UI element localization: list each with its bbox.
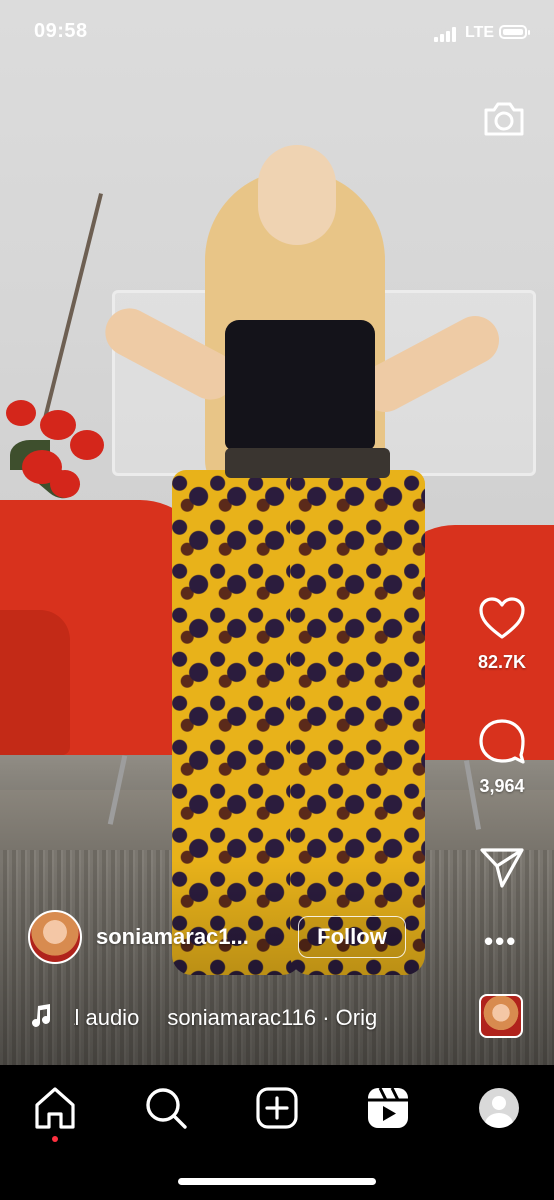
camera-icon (484, 102, 524, 136)
status-time: 09:58 (34, 20, 88, 42)
audio-marquee: nal audio soniamarac116 · Orig (74, 1000, 470, 1036)
comment-icon (479, 719, 525, 764)
home-icon (35, 1087, 75, 1129)
send-icon (480, 848, 524, 888)
dancer-top (225, 320, 375, 450)
share-button[interactable] (462, 847, 542, 894)
audio-row[interactable]: nal audio soniamarac116 · Orig (30, 1000, 480, 1036)
author-row: soniamarac1... Follow ••• (28, 910, 528, 964)
flower (40, 410, 76, 440)
flower (50, 470, 80, 498)
flower (6, 400, 36, 426)
profile-icon (479, 1088, 519, 1128)
search-icon (146, 1088, 187, 1129)
author-username[interactable]: soniamarac1... (96, 924, 249, 950)
home-indicator (178, 1178, 376, 1185)
audio-text-head: soniamarac116 · Orig (167, 1005, 378, 1030)
reels-icon (368, 1087, 408, 1128)
battery-icon (499, 25, 530, 39)
audio-thumbnail[interactable] (479, 994, 523, 1038)
dancer-face (258, 145, 336, 245)
home-notification-dot (52, 1136, 58, 1142)
comment-count: 3,964 (479, 776, 525, 796)
like-count: 82.7K (477, 652, 527, 672)
status-bar: 09:58 LTE (0, 0, 554, 70)
red-sofa-arm (0, 610, 70, 755)
heart-icon (479, 597, 525, 639)
reels-screen: 09:58 LTE 82.7K 3,964 soniamarac1... Fol… (0, 0, 554, 1200)
like-button[interactable]: 82.7K (462, 595, 542, 673)
nav-profile[interactable] (476, 1085, 522, 1131)
dancer-belt (225, 448, 390, 478)
reel-video[interactable] (0, 0, 554, 1065)
network-type: LTE (465, 24, 495, 41)
signal-icon (434, 27, 458, 42)
follow-button[interactable]: Follow (298, 916, 406, 958)
flower (70, 430, 104, 460)
music-note-icon (32, 1004, 50, 1027)
camera-button[interactable] (481, 96, 527, 142)
nav-create[interactable] (254, 1085, 300, 1131)
audio-track: nal audio soniamarac116 · Orig (74, 1005, 377, 1031)
author-avatar[interactable] (28, 910, 82, 964)
audio-text-tail: nal audio (74, 1005, 140, 1030)
more-options-button[interactable]: ••• (484, 926, 517, 957)
nav-reels[interactable] (365, 1085, 411, 1131)
comment-button[interactable]: 3,964 (462, 717, 542, 797)
nav-search[interactable] (143, 1085, 189, 1131)
flower-stem (41, 193, 103, 427)
nav-home[interactable] (32, 1085, 78, 1131)
create-icon (256, 1087, 298, 1129)
